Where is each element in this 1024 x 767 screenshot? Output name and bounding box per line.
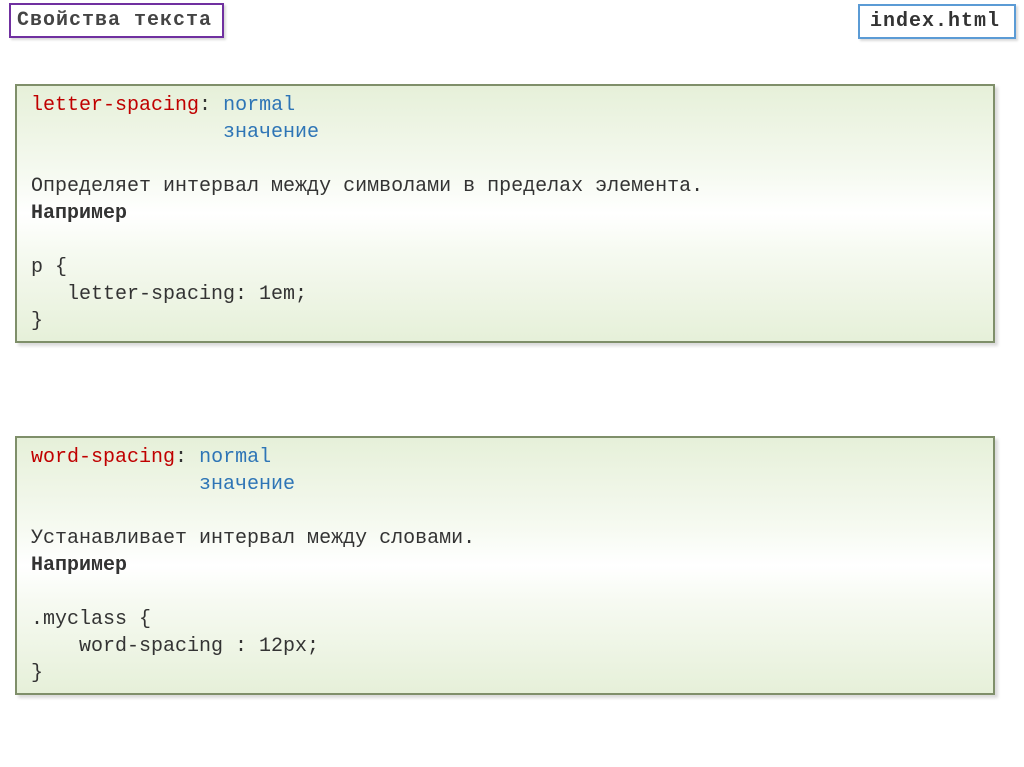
css-value: normal — [199, 446, 271, 469]
code-line: } — [19, 662, 43, 685]
text-line: значение — [19, 473, 295, 496]
css-value: значение — [223, 121, 319, 144]
description-text: Устанавливает интервал между словами. — [19, 527, 475, 550]
css-value: normal — [223, 94, 295, 117]
code-line: p { — [19, 256, 67, 279]
code-line: } — [19, 310, 43, 333]
text-line: Например — [19, 202, 127, 225]
filename-box: index.html — [858, 4, 1016, 39]
code-line: .myclass { — [19, 608, 151, 631]
css-property: word-spacing — [31, 446, 175, 469]
code-line: word-spacing : 12px; — [19, 635, 319, 658]
description-text: Определяет интервал между символами в пр… — [19, 175, 703, 198]
page-title: Свойства текста — [17, 9, 212, 32]
example-label: Например — [31, 202, 127, 225]
css-property: letter-spacing — [31, 94, 199, 117]
text-line: letter-spacing: normal — [19, 94, 295, 117]
code-line: letter-spacing: 1em; — [19, 283, 307, 306]
code-example-block-2: word-spacing: normal значение Устанавлив… — [15, 436, 995, 695]
filename-label: index.html — [870, 10, 1000, 33]
text-line: значение — [19, 121, 319, 144]
page-title-box: Свойства текста — [9, 3, 224, 38]
text-line: Например — [19, 554, 127, 577]
example-label: Например — [31, 554, 127, 577]
css-value: значение — [199, 473, 295, 496]
code-example-block-1: letter-spacing: normal значение Определя… — [15, 84, 995, 343]
text-line: word-spacing: normal — [19, 446, 271, 469]
